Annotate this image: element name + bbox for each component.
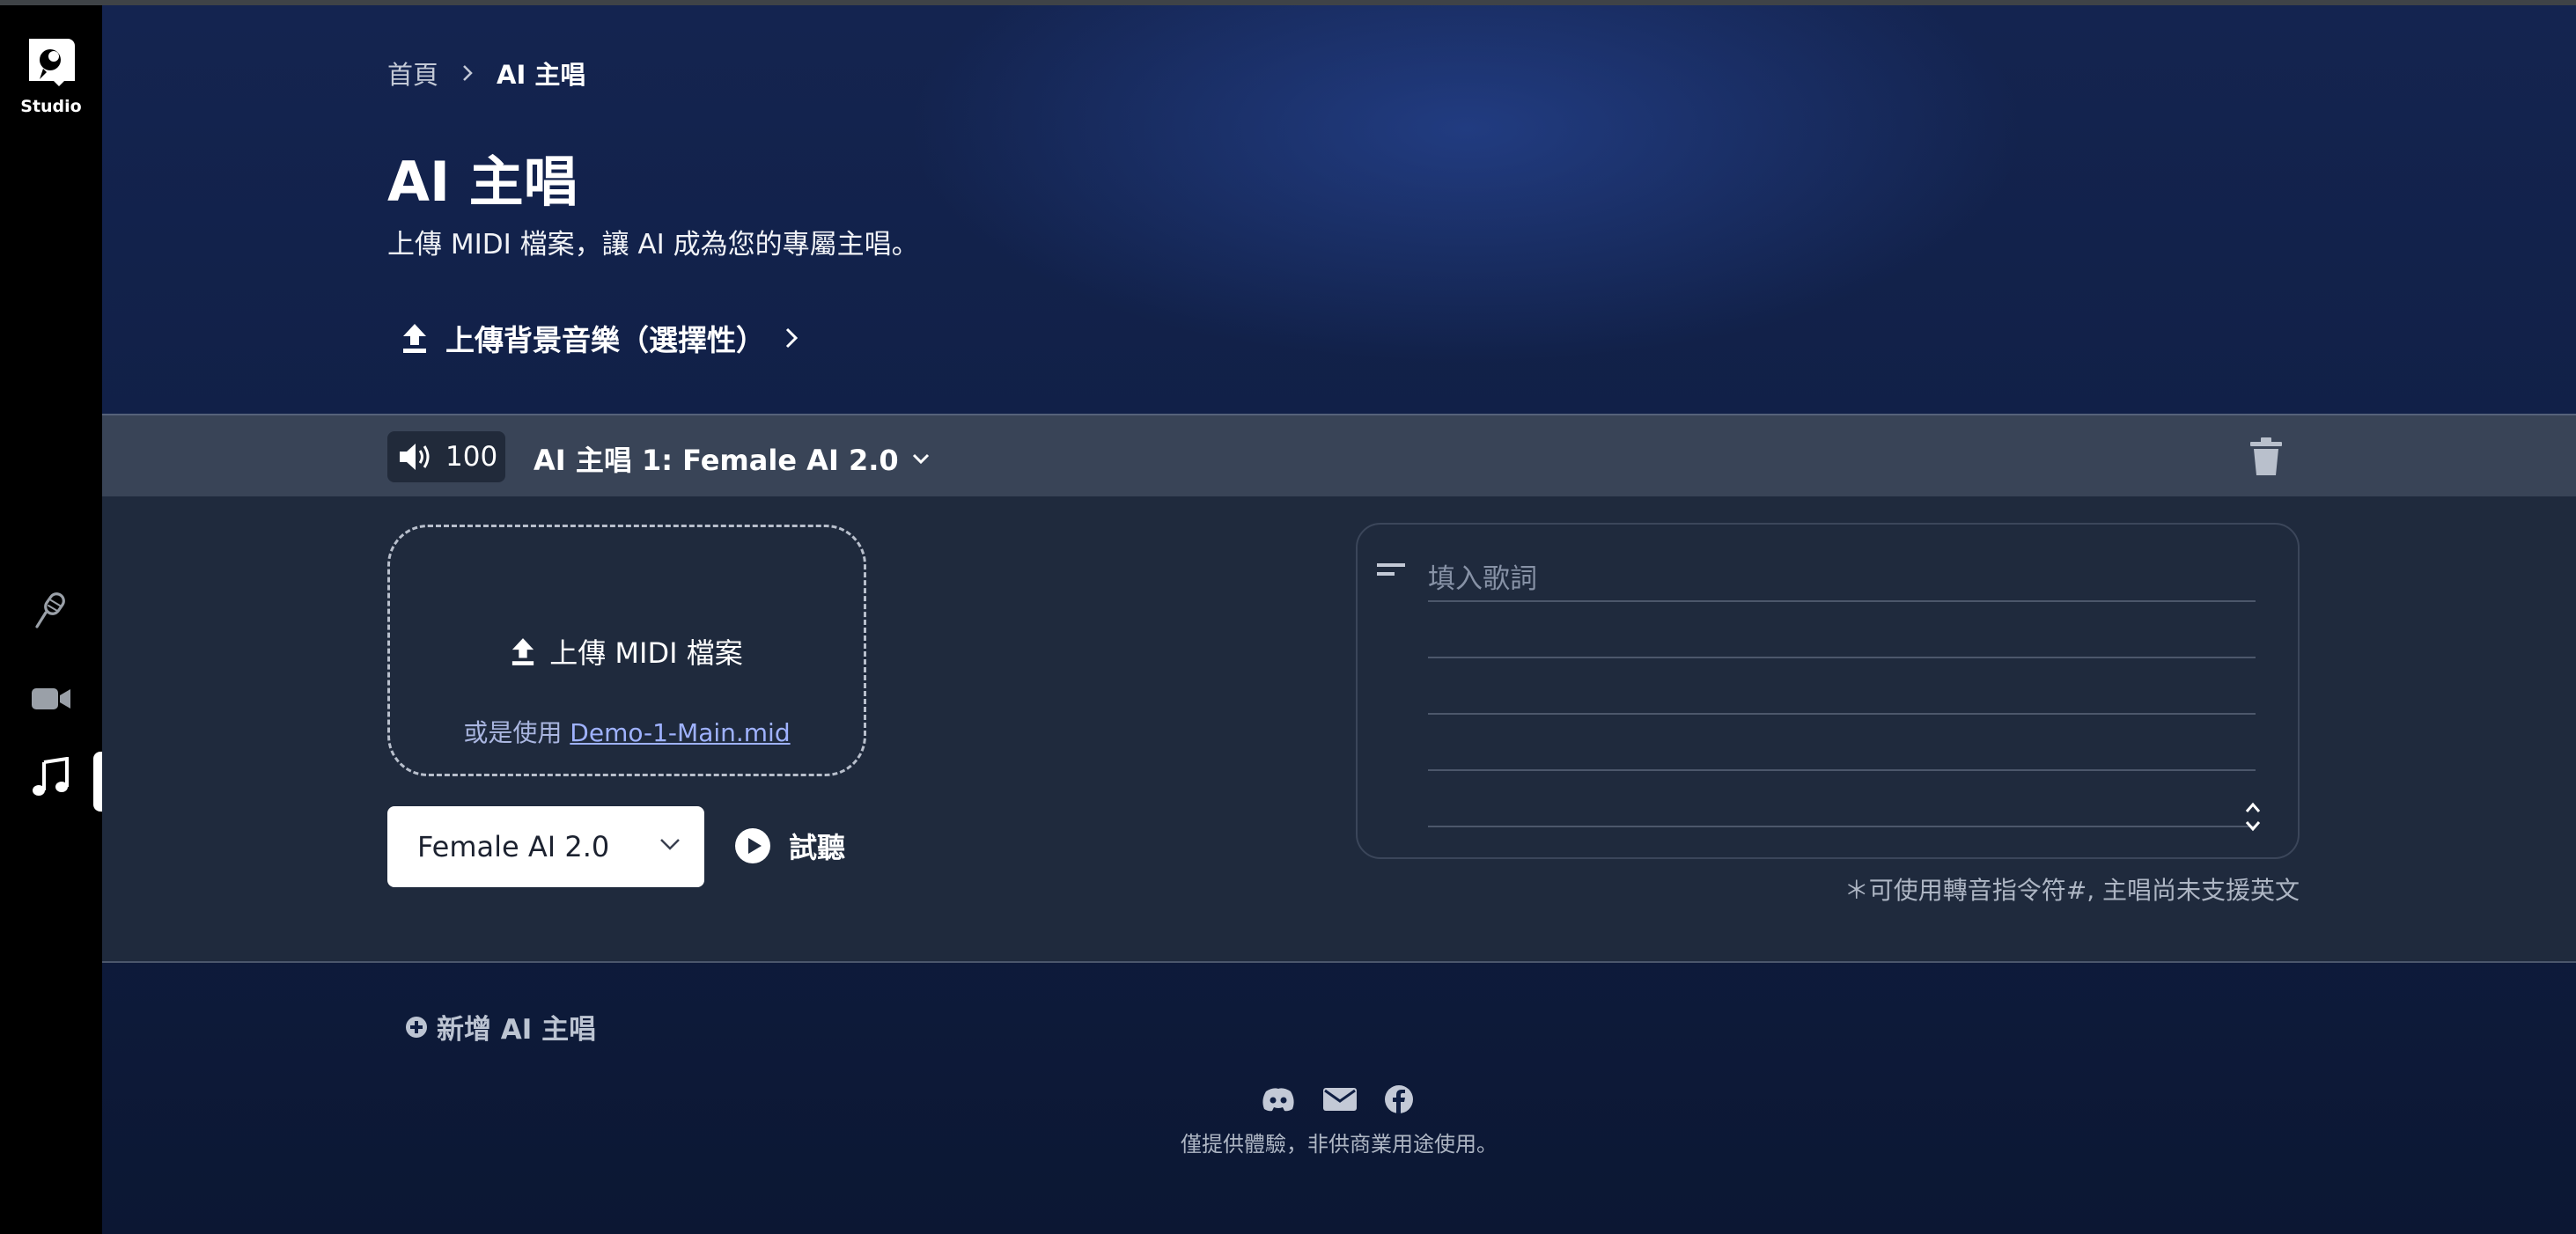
chevron-right-icon	[463, 65, 473, 81]
footer-disclaimer: 僅提供體驗，非供商業用途使用。	[1181, 1132, 1498, 1157]
track-body: 上傳 MIDI 檔案 或是使用 Demo-1-Main.mid Female A…	[102, 496, 2576, 963]
sidebar: Studio	[0, 5, 102, 1234]
add-singer-button[interactable]: 新增 AI 主唱	[405, 1007, 596, 1047]
preview-label: 試聽	[789, 831, 846, 864]
page-subtitle: 上傳 MIDI 檔案，讓 AI 成為您的專屬主唱。	[387, 229, 919, 261]
plus-circle-icon	[406, 1016, 427, 1038]
logo-icon	[29, 39, 75, 86]
voice-model-select[interactable]: Female AI 2.0	[387, 806, 704, 887]
main-content: 首頁 AI 主唱 AI 主唱 上傳 MIDI 檔案，讓 AI 成為您的專屬主唱。…	[102, 5, 2576, 1234]
footer-social-links	[1261, 1084, 1414, 1114]
speaker-icon	[400, 444, 430, 470]
upload-icon	[403, 324, 426, 353]
add-singer-label: 新增 AI 主唱	[437, 1014, 597, 1046]
trash-icon[interactable]	[2248, 437, 2284, 477]
lyric-line	[1428, 826, 2256, 827]
discord-icon[interactable]	[1261, 1086, 1296, 1113]
track-title: AI 主唱 1: Female AI 2.0	[534, 444, 899, 477]
lyric-line	[1428, 657, 2256, 658]
upload-background-music-label: 上傳背景音樂（選擇性）	[445, 323, 765, 357]
lyric-line	[1428, 713, 2256, 715]
lyrics-textarea[interactable]: 填入歌詞	[1356, 523, 2300, 859]
resize-arrows-icon[interactable]	[2243, 799, 2263, 834]
lyrics-hint: ＊可使用轉音指令符#, 主唱尚未支援英文	[1844, 876, 2300, 905]
lyric-line	[1428, 769, 2256, 771]
breadcrumb: 首頁 AI 主唱	[387, 55, 585, 92]
chevron-down-icon	[912, 453, 929, 465]
facebook-icon[interactable]	[1384, 1084, 1414, 1114]
upload-icon	[512, 638, 534, 665]
play-circle-icon	[735, 828, 770, 863]
breadcrumb-current: AI 主唱	[497, 60, 586, 90]
demo-file-hint: 或是使用 Demo-1-Main.mid	[390, 714, 864, 749]
upload-background-music-button[interactable]: 上傳背景音樂（選擇性）	[401, 317, 800, 359]
preview-button[interactable]: 試聽	[734, 826, 845, 866]
track-voice-selector[interactable]: AI 主唱 1: Female AI 2.0	[534, 438, 931, 479]
breadcrumb-home-link[interactable]: 首頁	[387, 55, 438, 92]
sidebar-active-indicator	[93, 752, 102, 812]
lyrics-placeholder: 填入歌詞	[1428, 563, 1537, 595]
voice-model-value: Female AI 2.0	[417, 830, 610, 863]
chevron-right-icon	[785, 327, 799, 349]
demo-file-link[interactable]: Demo-1-Main.mid	[570, 718, 790, 747]
volume-control[interactable]: 100	[387, 431, 505, 482]
volume-value: 100	[445, 441, 498, 473]
music-note-icon[interactable]	[30, 757, 72, 799]
microphone-icon[interactable]	[30, 590, 72, 632]
video-camera-icon[interactable]	[30, 678, 72, 720]
upload-midi-label: 上傳 MIDI 檔案	[549, 636, 743, 670]
page-title: AI 主唱	[387, 150, 578, 214]
track-header: 100 AI 主唱 1: Female AI 2.0	[102, 414, 2576, 498]
studio-logo[interactable]: Studio	[19, 35, 83, 116]
lyric-line	[1428, 600, 2256, 602]
chevron-down-icon	[660, 839, 680, 850]
midi-dropzone[interactable]: 上傳 MIDI 檔案 或是使用 Demo-1-Main.mid	[387, 525, 866, 776]
text-lines-icon	[1377, 563, 1405, 576]
upload-midi-button[interactable]: 上傳 MIDI 檔案	[390, 631, 864, 672]
or-use-label: 或是使用	[463, 718, 563, 747]
logo-text: Studio	[20, 97, 82, 116]
mail-icon[interactable]	[1322, 1086, 1358, 1113]
